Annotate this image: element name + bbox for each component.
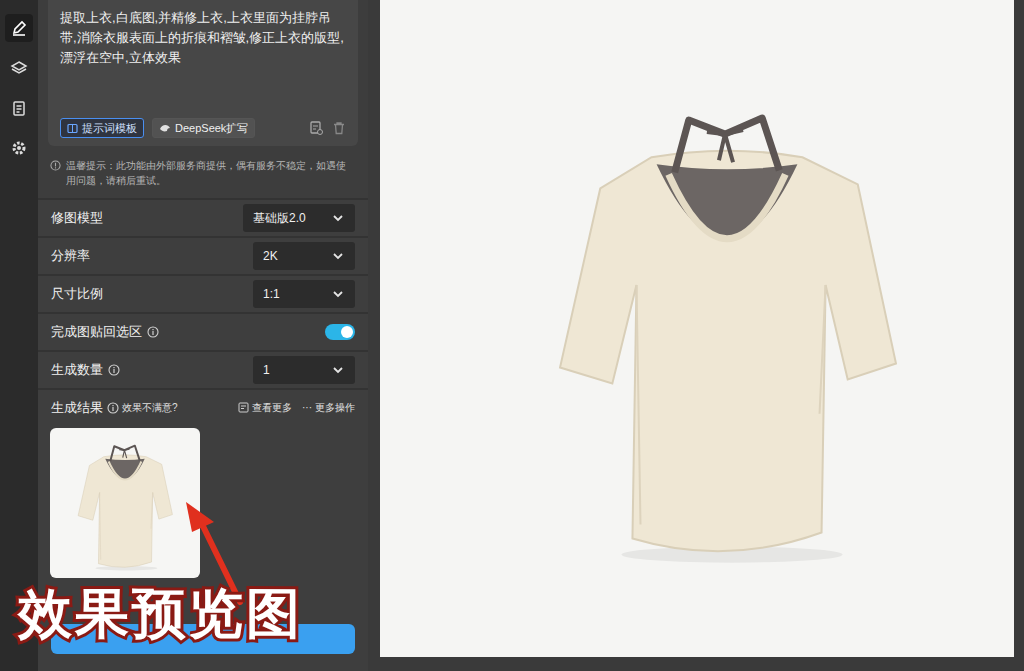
setting-label-text: 分辨率 bbox=[51, 246, 90, 266]
chevron-down-icon bbox=[331, 287, 345, 301]
setting-row: 尺寸比例 1:1 bbox=[38, 274, 368, 312]
sidebar-item[interactable] bbox=[5, 14, 33, 42]
edit-icon bbox=[10, 19, 28, 37]
setting-label: 分辨率 bbox=[51, 246, 90, 266]
result-image bbox=[380, 0, 1014, 657]
whale-icon bbox=[159, 123, 171, 134]
info-icon bbox=[147, 326, 159, 338]
layers-icon bbox=[10, 59, 28, 77]
prompt-section: 提取上衣,白底图,并精修上衣,上衣里面为挂脖吊带,消除衣服表面上的折痕和褶皱,修… bbox=[38, 0, 368, 198]
annotation-label: 效果预览图 bbox=[18, 578, 303, 648]
prompt-button[interactable]: 提示词模板 bbox=[60, 118, 144, 138]
setting-label-text: 尺寸比例 bbox=[51, 284, 103, 304]
chevron-down-icon bbox=[331, 211, 345, 225]
info-icon bbox=[108, 364, 120, 376]
more-actions-link[interactable]: 更多操作 bbox=[315, 400, 355, 415]
prompt-button-label[interactable]: 提示词模板 bbox=[82, 120, 137, 137]
notice-text: 温馨提示：此功能由外部服务商提供，偶有服务不稳定，如遇使用问题，请稍后重试。 bbox=[66, 158, 354, 188]
prompt-text[interactable]: 提取上衣,白底图,并精修上衣,上衣里面为挂脖吊带,消除衣服表面上的折痕和褶皱,修… bbox=[60, 8, 346, 68]
setting-label-text: 修图模型 bbox=[51, 208, 103, 228]
select[interactable]: 1 bbox=[253, 356, 355, 384]
view-icon bbox=[238, 402, 249, 413]
prompt-actions: 提示词模板 DeepSeek扩写 bbox=[60, 118, 346, 138]
select-value[interactable]: 1 bbox=[263, 361, 270, 379]
setting-label: 修图模型 bbox=[51, 208, 103, 228]
setting-label-text: 完成图贴回选区 bbox=[51, 322, 142, 342]
chevron-down-icon bbox=[331, 363, 345, 377]
select[interactable]: 2K bbox=[253, 242, 355, 270]
setting-label: 生成数量 bbox=[51, 360, 120, 380]
setting-label: 完成图贴回选区 bbox=[51, 322, 159, 342]
shirt-image-icon bbox=[556, 112, 898, 565]
setting-label-text: 生成数量 bbox=[51, 360, 103, 380]
chevron-down-icon bbox=[331, 249, 345, 263]
setting-row: 修图模型 基础版2.0 bbox=[38, 198, 368, 236]
prompt-button[interactable]: DeepSeek扩写 bbox=[152, 118, 255, 138]
results-header: 生成结果 效果不满意? 查看更多 ···更多操作 bbox=[51, 398, 355, 418]
sidebar-item[interactable] bbox=[5, 94, 33, 122]
select[interactable]: 1:1 bbox=[253, 280, 355, 308]
result-thumbnail[interactable] bbox=[50, 428, 200, 578]
setting-row: 生成数量 1 bbox=[38, 350, 368, 388]
select[interactable]: 基础版2.0 bbox=[243, 204, 355, 232]
settings-panel: 提取上衣,白底图,并精修上衣,上衣里面为挂脖吊带,消除衣服表面上的折痕和褶皱,修… bbox=[38, 0, 368, 671]
more-icon[interactable]: ··· bbox=[302, 400, 312, 415]
trash-icon[interactable] bbox=[332, 121, 346, 135]
info-icon bbox=[50, 160, 61, 188]
info-icon bbox=[107, 402, 119, 414]
setting-label: 尺寸比例 bbox=[51, 284, 103, 304]
shirt-thumbnail-icon bbox=[77, 444, 173, 571]
gear-icon bbox=[10, 139, 28, 157]
toggle[interactable] bbox=[325, 324, 355, 340]
prompt-button-label[interactable]: DeepSeek扩写 bbox=[175, 120, 248, 137]
setting-row: 分辨率 2K bbox=[38, 236, 368, 274]
notice: 温馨提示：此功能由外部服务商提供，偶有服务不稳定，如遇使用问题，请稍后重试。 bbox=[48, 158, 358, 188]
document-icon bbox=[10, 99, 28, 117]
results-hint[interactable]: 效果不满意? bbox=[122, 400, 178, 415]
setting-row: 完成图贴回选区 bbox=[38, 312, 368, 350]
results-title: 生成结果 bbox=[51, 398, 103, 418]
sidebar-item[interactable] bbox=[5, 54, 33, 82]
history-icon[interactable] bbox=[308, 120, 324, 136]
tool-sidebar bbox=[0, 0, 38, 671]
select-value[interactable]: 1:1 bbox=[263, 285, 280, 303]
canvas bbox=[368, 0, 1024, 671]
select-value[interactable]: 基础版2.0 bbox=[253, 209, 306, 227]
book-icon bbox=[67, 123, 78, 134]
select-value[interactable]: 2K bbox=[263, 247, 278, 265]
prompt-box[interactable]: 提取上衣,白底图,并精修上衣,上衣里面为挂脖吊带,消除衣服表面上的折痕和褶皱,修… bbox=[48, 0, 358, 146]
view-more-link[interactable]: 查看更多 bbox=[252, 400, 292, 415]
toggle-knob bbox=[341, 326, 353, 338]
sidebar-item[interactable] bbox=[5, 134, 33, 162]
